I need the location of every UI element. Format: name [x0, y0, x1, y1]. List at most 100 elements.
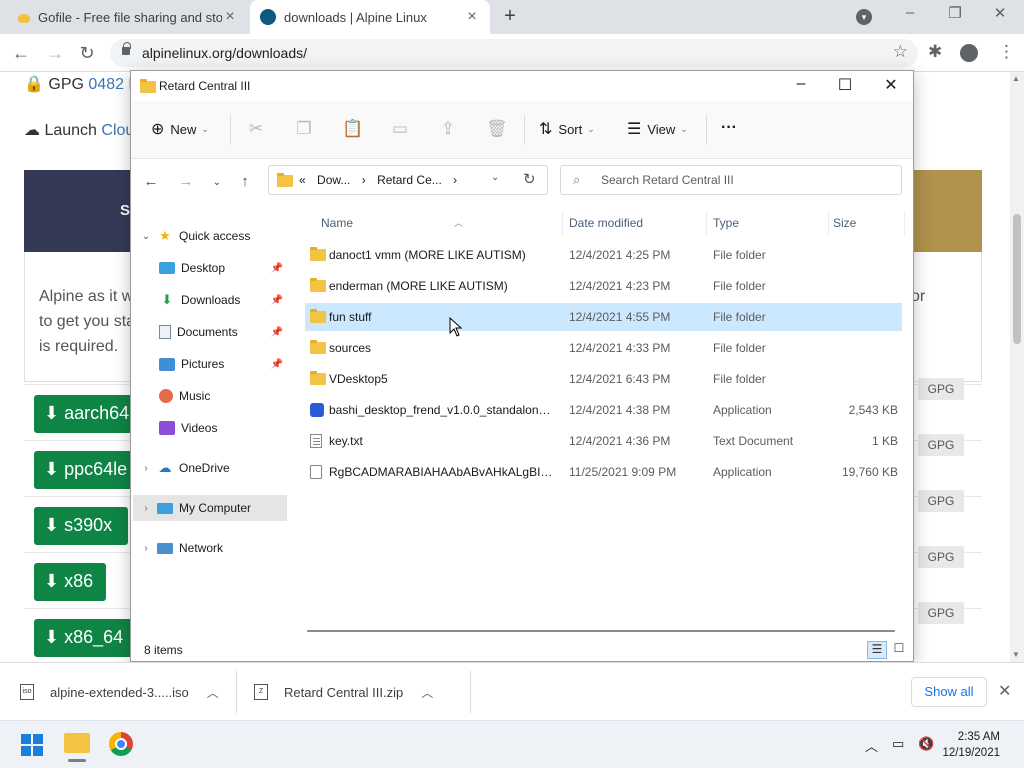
- display-icon[interactable]: ▭: [892, 736, 904, 752]
- large-icons-view-icon[interactable]: ☐: [889, 641, 909, 659]
- file-row[interactable]: sources 12/4/2021 4:33 PM File folder: [305, 334, 902, 362]
- scroll-up-icon[interactable]: ▲: [1012, 74, 1020, 83]
- details-view-icon[interactable]: ☰: [867, 641, 887, 659]
- taskbar-clock[interactable]: 2:35 AM 12/19/2021: [940, 729, 1000, 761]
- nav-item-network[interactable]: › Network: [133, 535, 287, 561]
- copy-icon[interactable]: ❐: [294, 119, 314, 139]
- column-header-type[interactable]: Type: [705, 211, 829, 235]
- file-row[interactable]: VDesktop5 12/4/2021 6:43 PM File folder: [305, 365, 902, 393]
- nav-item-my-computer[interactable]: › My Computer: [133, 495, 287, 521]
- gpg-button[interactable]: GPG: [918, 546, 964, 568]
- profile-avatar-icon[interactable]: [960, 44, 978, 62]
- explorer-title-bar[interactable]: Retard Central III – ☐ ✕: [131, 71, 913, 101]
- search-input[interactable]: [599, 170, 889, 190]
- nav-item-documents[interactable]: Documents 📌: [155, 319, 287, 345]
- show-all-downloads-button[interactable]: Show all: [911, 677, 987, 707]
- download-ppc64le-button[interactable]: ⬇ ppc64le: [34, 451, 138, 489]
- extensions-icon[interactable]: ✱: [928, 42, 942, 62]
- chevron-right-icon[interactable]: ›: [139, 463, 153, 474]
- horizontal-scrollbar[interactable]: [307, 630, 895, 632]
- new-tab-button[interactable]: +: [498, 5, 522, 28]
- download-item-zip[interactable]: Z Retard Central III.zip ︿: [254, 663, 433, 721]
- chevron-right-icon[interactable]: ›: [139, 543, 153, 554]
- column-header-size[interactable]: Size: [825, 211, 905, 235]
- bookmark-star-icon[interactable]: ☆: [893, 42, 908, 62]
- chevron-down-icon[interactable]: ⌄: [491, 172, 499, 183]
- breadcrumb-separator[interactable]: ›: [362, 173, 366, 187]
- gpg-button[interactable]: GPG: [918, 490, 964, 512]
- close-window-icon[interactable]: ✕: [990, 4, 1010, 22]
- chevron-right-icon[interactable]: ›: [139, 503, 153, 514]
- maximize-icon[interactable]: ☐: [833, 75, 857, 95]
- file-row[interactable]: key.txt 12/4/2021 4:36 PM Text Document …: [305, 427, 902, 455]
- view-button[interactable]: ☰ View ⌄: [627, 119, 688, 139]
- back-icon[interactable]: ←: [141, 173, 161, 190]
- close-icon[interactable]: ×: [222, 8, 238, 26]
- nav-item-videos[interactable]: Videos: [155, 415, 287, 441]
- download-x86-64-button[interactable]: ⬇ x86_64: [34, 619, 138, 657]
- download-x86-button[interactable]: ⬇ x86: [34, 563, 106, 601]
- explorer-search-box[interactable]: ⌕: [560, 165, 902, 195]
- more-options-button[interactable]: ···: [721, 119, 737, 137]
- chevron-up-icon[interactable]: ︿: [421, 684, 433, 701]
- close-icon[interactable]: ×: [464, 8, 480, 26]
- forward-icon[interactable]: →: [176, 173, 196, 190]
- delete-icon[interactable]: 🗑: [486, 119, 508, 139]
- new-button[interactable]: ⊕ New ⌄: [151, 119, 209, 139]
- reload-icon[interactable]: ↻: [74, 40, 100, 66]
- tab-gofile[interactable]: Gofile - Free file sharing and storage ×: [8, 0, 248, 34]
- explorer-address-bar[interactable]: « Dow... › Retard Ce... › ⌄ ↻: [268, 165, 548, 195]
- column-header-name[interactable]: Name ︿: [313, 211, 563, 235]
- minimize-icon[interactable]: –: [789, 75, 813, 93]
- nav-item-downloads[interactable]: ⬇ Downloads 📌: [155, 287, 287, 313]
- gpg-button[interactable]: GPG: [918, 434, 964, 456]
- close-shelf-icon[interactable]: ✕: [998, 681, 1011, 701]
- windows-start-icon[interactable]: [21, 734, 43, 756]
- up-icon[interactable]: ↑: [235, 173, 255, 190]
- file-row[interactable]: enderman (MORE LIKE AUTISM) 12/4/2021 4:…: [305, 272, 902, 300]
- volume-muted-icon[interactable]: 🔇: [918, 736, 934, 752]
- download-s390x-button[interactable]: ⬇ s390x: [34, 507, 128, 545]
- file-row[interactable]: danoct1 vmm (MORE LIKE AUTISM) 12/4/2021…: [305, 241, 902, 269]
- column-header-date[interactable]: Date modified: [561, 211, 707, 235]
- file-row[interactable]: RgBCADMARABIAHAAbABvAHkALgBIA... 11/25/2…: [305, 458, 902, 486]
- refresh-icon[interactable]: ↻: [523, 170, 536, 188]
- back-icon[interactable]: ←: [8, 40, 34, 66]
- file-explorer-taskbar-icon[interactable]: [64, 733, 90, 762]
- close-icon[interactable]: ✕: [879, 75, 903, 95]
- address-bar[interactable]: alpinelinux.org/downloads/ ☆: [110, 39, 918, 67]
- nav-item-desktop[interactable]: Desktop 📌: [155, 255, 287, 281]
- cut-icon[interactable]: ✂: [246, 119, 266, 139]
- download-aarch64-button[interactable]: ⬇ aarch64: [34, 395, 138, 433]
- gpg-button[interactable]: GPG: [918, 602, 964, 624]
- nav-item-music[interactable]: Music: [155, 383, 287, 409]
- breadcrumb-item-downloads[interactable]: Dow...: [317, 173, 350, 187]
- chevron-up-icon[interactable]: ︿: [865, 736, 878, 755]
- download-item-iso[interactable]: iso alpine-extended-3.....iso ︿: [20, 663, 219, 721]
- nav-item-quick-access[interactable]: ⌄ ★ Quick access: [133, 223, 287, 249]
- scrollbar-thumb[interactable]: [1013, 214, 1021, 344]
- forward-icon[interactable]: →: [42, 40, 68, 66]
- recent-locations-icon[interactable]: ⌄: [207, 177, 227, 188]
- tab-alpine-downloads[interactable]: downloads | Alpine Linux ×: [250, 0, 490, 34]
- tab-search-icon[interactable]: ▾: [856, 9, 872, 25]
- sort-button[interactable]: ⇅ Sort ⌄: [539, 119, 595, 139]
- file-row-selected[interactable]: fun stuff 12/4/2021 4:55 PM File folder: [305, 303, 902, 331]
- breadcrumb-overflow[interactable]: «: [299, 173, 306, 187]
- restore-icon[interactable]: ❐: [945, 4, 965, 22]
- chevron-down-icon[interactable]: ⌄: [139, 231, 153, 242]
- breadcrumb-item-current[interactable]: Retard Ce...: [377, 173, 442, 187]
- minimize-icon[interactable]: –: [900, 4, 920, 21]
- chevron-up-icon[interactable]: ︿: [207, 684, 219, 701]
- chrome-taskbar-icon[interactable]: [109, 732, 133, 756]
- file-row[interactable]: bashi_desktop_frend_v1.0.0_standalone.e.…: [305, 396, 902, 424]
- share-icon[interactable]: ⇪: [438, 119, 458, 139]
- paste-icon[interactable]: 📋: [342, 119, 363, 139]
- rename-icon[interactable]: ▭: [390, 119, 410, 139]
- menu-kebab-icon[interactable]: ⋮: [998, 42, 1015, 62]
- breadcrumb-separator[interactable]: ›: [453, 173, 457, 187]
- scroll-down-icon[interactable]: ▼: [1012, 650, 1020, 659]
- nav-item-onedrive[interactable]: › ☁ OneDrive: [133, 455, 287, 481]
- nav-item-pictures[interactable]: Pictures 📌: [155, 351, 287, 377]
- page-scrollbar[interactable]: ▲ ▼: [1010, 72, 1024, 662]
